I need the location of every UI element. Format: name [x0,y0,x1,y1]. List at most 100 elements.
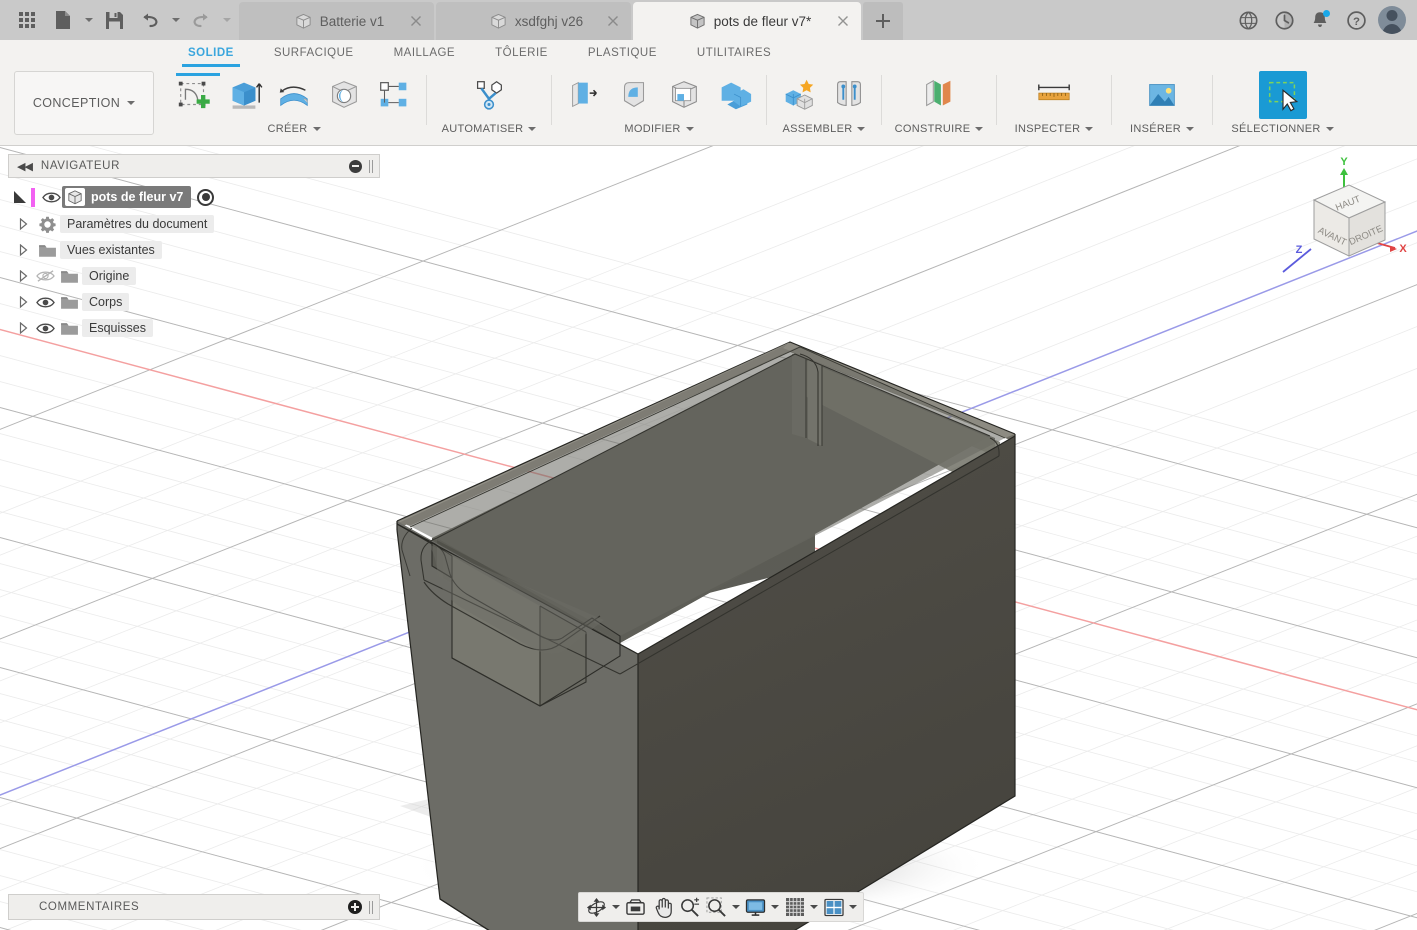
notifications-bell-icon[interactable] [1303,3,1337,37]
ribbon-tab-plastique[interactable]: PLASTIQUE [568,40,677,67]
new-tab-button[interactable] [863,2,903,40]
job-status-icon[interactable] [1267,3,1301,37]
zoom-window-icon[interactable] [703,894,730,920]
panel-label-automatiser[interactable]: AUTOMATISER [442,123,537,135]
system-icons: ? [1227,0,1417,40]
pattern-icon[interactable] [370,71,418,119]
orbit-icon[interactable] [583,894,610,920]
fillet-icon[interactable] [610,71,658,119]
panel-label-inspecter[interactable]: INSPECTER [1015,123,1094,135]
ribbon-tab-solide[interactable]: SOLIDE [168,40,254,67]
collapse-left-icon[interactable]: ◀◀ [17,160,33,173]
tree-item-bodies[interactable]: Corps [8,289,380,315]
ribbon-tab-maillage[interactable]: MAILLAGE [374,40,476,67]
tree-item-document-settings[interactable]: Paramètres du document [8,211,380,237]
file-icon[interactable] [46,3,80,37]
viewports-icon[interactable] [820,894,847,920]
display-settings-icon[interactable] [742,894,769,920]
viewports-dropdown-caret[interactable] [847,894,859,920]
automate-icon[interactable] [465,71,513,119]
construction-plane-icon[interactable] [915,71,963,119]
panel-label-construire[interactable]: CONSTRUIRE [895,123,984,135]
zoom-icon[interactable] [676,894,703,920]
document-tab-0[interactable]: Batterie v1 [239,2,434,40]
ribbon-tab-strip: SOLIDE SURFACIQUE MAILLAGE TÔLERIE PLAST… [0,40,1417,67]
expand-arrow-icon[interactable] [12,270,34,282]
tree-item-sketches[interactable]: Esquisses [8,315,380,341]
undo-icon[interactable] [133,3,167,37]
chevron-down-icon [975,127,984,131]
expand-collapse-icon[interactable] [12,190,29,204]
panel-label-text: INSPECTER [1014,123,1081,135]
display-settings-dropdown-caret[interactable] [769,894,781,920]
visibility-eye-icon[interactable] [34,322,56,335]
help-icon[interactable]: ? [1339,3,1373,37]
orbit-dropdown-caret[interactable] [610,894,622,920]
view-cube[interactable]: Y Z X HAUT AVANT DROITE [1281,154,1411,280]
expand-arrow-icon[interactable] [12,296,34,308]
grid-snaps-dropdown-caret[interactable] [808,894,820,920]
select-icon[interactable] [1258,71,1307,119]
visibility-eye-off-icon[interactable] [34,269,56,283]
avatar[interactable] [1375,3,1409,37]
activate-component-radio[interactable] [197,188,215,206]
expand-arrow-icon[interactable] [12,218,34,230]
redo-dropdown-caret[interactable] [220,3,233,37]
document-tab-1[interactable]: xsdfghj v26 [436,2,631,40]
pan-icon[interactable] [649,894,676,920]
press-pull-icon[interactable] [560,71,608,119]
file-dropdown-caret[interactable] [82,3,95,37]
document-tab-2[interactable]: pots de fleur v7* [633,2,861,40]
revolve-icon[interactable] [270,71,318,119]
workspace-selector[interactable]: CONCEPTION [14,71,154,135]
tree-item-named-views[interactable]: Vues existantes [8,237,380,263]
add-comment-icon[interactable] [348,900,362,914]
panel-divider [881,75,882,125]
combine-icon[interactable] [710,71,758,119]
panel-resize-grip[interactable] [369,159,373,173]
panel-selectionner: SÉLECTIONNER [1215,67,1350,145]
ribbon-tab-tolerie[interactable]: TÔLERIE [475,40,568,67]
close-icon[interactable] [835,13,851,29]
panel-divider [766,75,767,125]
create-sketch-icon[interactable] [170,71,220,119]
grid-snaps-icon[interactable] [781,894,808,920]
panel-label-creer[interactable]: CRÉER [267,123,321,135]
tree-root-chip[interactable]: pots de fleur v7 [62,186,192,208]
expand-arrow-icon[interactable] [12,322,34,334]
panel-label-modifier[interactable]: MODIFIER [624,123,694,135]
help-globe-icon[interactable] [1231,3,1265,37]
panel-label-inserer[interactable]: INSÉRER [1130,123,1194,135]
chevron-down-icon [1325,127,1334,131]
shell-icon[interactable] [660,71,708,119]
zoom-window-dropdown-caret[interactable] [730,894,742,920]
panel-label-assembler[interactable]: ASSEMBLER [783,123,866,135]
app-grid-icon[interactable] [10,3,44,37]
extrude-icon[interactable] [220,71,268,119]
visibility-eye-icon[interactable] [40,191,62,204]
redo-icon[interactable] [184,3,218,37]
panel-label-text: CONSTRUIRE [894,123,971,135]
folder-icon [56,269,82,284]
joint-icon[interactable] [825,71,873,119]
measure-icon[interactable] [1030,71,1078,119]
insert-image-icon[interactable] [1138,71,1186,119]
tree-item-origin[interactable]: Origine [8,263,380,289]
close-icon[interactable] [408,13,424,29]
look-at-icon[interactable] [622,894,649,920]
sphere-icon[interactable] [320,71,368,119]
expand-arrow-icon[interactable] [12,244,34,256]
minimize-icon[interactable] [349,159,362,173]
panel-label-text: SÉLECTIONNER [1231,123,1321,135]
panel-resize-grip[interactable] [369,900,373,914]
save-icon[interactable] [97,3,131,37]
ribbon-tab-utilitaires[interactable]: UTILITAIRES [677,40,791,67]
undo-dropdown-caret[interactable] [169,3,182,37]
new-component-icon[interactable] [775,71,823,119]
folder-icon [56,295,82,310]
panel-label-selectionner[interactable]: SÉLECTIONNER [1231,123,1334,135]
close-icon[interactable] [605,13,621,29]
browser-tree: pots de fleur v7 Paramètres du document [8,178,380,341]
ribbon-tab-surfacique[interactable]: SURFACIQUE [254,40,374,67]
visibility-eye-icon[interactable] [34,296,56,309]
